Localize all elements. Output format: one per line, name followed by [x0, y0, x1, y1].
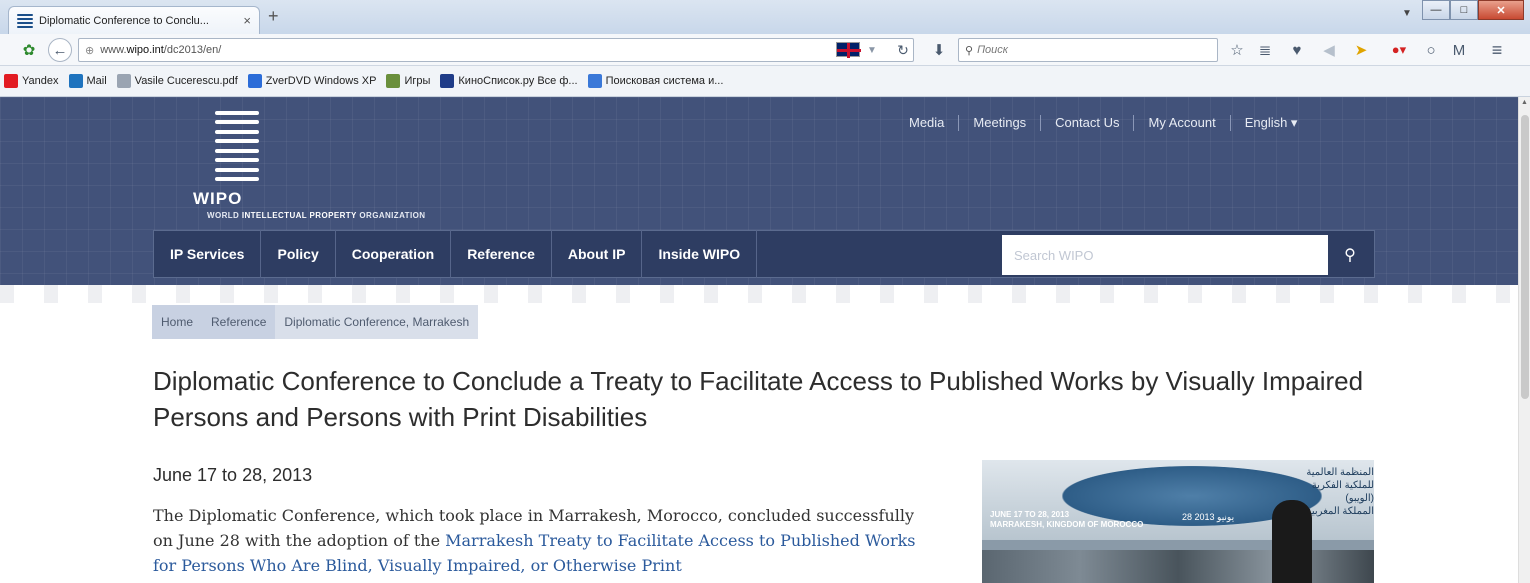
speaker-figure [1272, 500, 1312, 583]
vertical-scrollbar[interactable]: ▲ [1518, 97, 1530, 583]
bookmark-item[interactable]: КиноСписок.ру Все ф... [440, 74, 578, 88]
address-bar[interactable]: ⊕ www.wipo.int/dc2013/en/ [78, 38, 914, 62]
mail-icon [68, 74, 83, 88]
pointer-addon-icon[interactable]: ➤ [1350, 38, 1372, 62]
site-info-icon[interactable]: ⊕ [85, 44, 94, 57]
web-page: WIPO WORLD INTELLECTUAL PROPERTY ORGANIZ… [0, 97, 1518, 583]
search-icon: ⚲ [1344, 247, 1356, 264]
nav-item[interactable]: Inside WIPO [642, 230, 758, 278]
main-navigation: IP Services Policy Cooperation Reference Abo… [153, 230, 1375, 278]
wipo-favicon-icon [17, 13, 33, 28]
wipo-globe-icon [215, 111, 259, 181]
addon-icon[interactable]: ✿ [18, 38, 40, 62]
scroll-up-icon[interactable]: ▲ [1521, 99, 1528, 106]
top-link[interactable]: Contact Us [1040, 115, 1133, 131]
browser-search-input[interactable]: ⚲ Поиск [958, 38, 1218, 62]
tab-bar: Diplomatic Conference to Conclu... × + ▼… [0, 0, 1530, 34]
pocket-icon[interactable]: ♥ [1286, 38, 1308, 62]
wipo-logo[interactable]: WIPO WORLD INTELLECTUAL PROPERTY ORGANIZ… [193, 111, 493, 220]
nav-item[interactable]: Cooperation [336, 230, 452, 278]
intro-paragraph: The Diplomatic Conference, which took pl… [153, 506, 916, 575]
yandex-icon [4, 74, 18, 88]
site-search-input[interactable]: Search WIPO [1002, 235, 1328, 275]
site-search-button[interactable]: ⚲ [1328, 235, 1372, 275]
search-icon: ⚲ [965, 44, 974, 57]
search-engine-icon [587, 74, 602, 88]
breadcrumb-item: Diplomatic Conference, Marrakesh [275, 305, 479, 339]
top-link[interactable]: Meetings [958, 115, 1040, 131]
bookmark-label: Yandex [22, 75, 59, 87]
share-icon[interactable]: ◀ [1318, 38, 1340, 62]
bookmark-item[interactable]: Yandex [4, 74, 59, 88]
scrollbar-thumb[interactable] [1521, 115, 1529, 399]
bookmark-label: Игры [404, 75, 431, 87]
nav-item[interactable]: Policy [261, 230, 336, 278]
top-link[interactable]: English ▾ [1229, 115, 1312, 131]
new-tab-button[interactable]: + [268, 6, 279, 27]
nav-item[interactable]: About IP [552, 230, 643, 278]
organization-name: WORLD INTELLECTUAL PROPERTY ORGANIZATION [207, 211, 426, 220]
film-icon [440, 74, 455, 88]
bookmarks-toolbar: Yandex Mail Vasile Cucerescu.pdf ZverDVD Wi… [0, 66, 1530, 97]
bookmark-item[interactable]: ZverDVD Windows XP [247, 74, 377, 88]
tab-title: Diplomatic Conference to Conclu... [39, 14, 209, 27]
bookmark-label: Mail [86, 75, 107, 87]
nav-item[interactable]: Reference [451, 230, 552, 278]
page-title: Diplomatic Conference to Conclude a Trea… [153, 366, 1364, 432]
bookmark-item[interactable]: Mail [68, 74, 107, 88]
bookmark-label: Поисковая система и... [605, 75, 724, 87]
zverdvd-icon [247, 74, 262, 88]
opera-icon[interactable]: ○ [1420, 38, 1442, 62]
top-link[interactable]: Media [895, 115, 958, 131]
top-links: Media Meetings Contact Us My Account English… [895, 115, 1311, 131]
event-date: June 17 to 28, 2013 [153, 465, 313, 485]
adblock-icon[interactable]: ●▾ [1384, 38, 1414, 62]
uk-flag-icon[interactable] [836, 42, 861, 58]
tab-close-icon[interactable]: × [243, 13, 251, 28]
tab-list-dropdown-icon[interactable]: ▼ [1402, 8, 1412, 19]
site-header: WIPO WORLD INTELLECTUAL PROPERTY ORGANIZ… [0, 97, 1518, 285]
dropdown-arrow-icon[interactable]: ▼ [864, 38, 880, 62]
back-button[interactable]: ← [48, 38, 72, 62]
browser-tab[interactable]: Diplomatic Conference to Conclu... × [8, 6, 260, 34]
download-icon[interactable]: ⬇ [928, 38, 950, 62]
bookmark-label: КиноСписок.ру Все ф... [458, 75, 578, 87]
bookmark-item[interactable]: Vasile Cucerescu.pdf [116, 74, 238, 88]
close-window-button[interactable]: ✕ [1478, 0, 1524, 20]
gmail-icon[interactable]: M [1448, 38, 1470, 62]
games-icon [386, 74, 401, 88]
bookmark-label: ZverDVD Windows XP [265, 75, 377, 87]
minimize-button[interactable]: — [1422, 0, 1450, 20]
conference-photo[interactable]: المنظمة العالمية للملكية الفكرية (الويبو… [982, 460, 1374, 583]
maximize-button[interactable]: □ [1450, 0, 1478, 20]
bookmark-label: Vasile Cucerescu.pdf [134, 75, 238, 87]
bookmark-item[interactable]: Игры [386, 74, 430, 88]
bookmark-item[interactable]: Поисковая система и... [587, 74, 724, 88]
reload-icon[interactable]: ↻ [892, 38, 914, 62]
reading-list-icon[interactable]: ≣ [1254, 38, 1276, 62]
window-controls: — □ ✕ [1422, 0, 1524, 20]
breadcrumb-item[interactable]: Reference [202, 305, 276, 339]
nav-item[interactable]: IP Services [154, 230, 262, 278]
menu-icon[interactable]: ≡ [1484, 38, 1510, 62]
breadcrumb: Home Reference Diplomatic Conference, Marr… [152, 305, 479, 339]
url-text: www.wipo.int/dc2013/en/ [100, 44, 222, 56]
bookmark-star-icon[interactable]: ☆ [1226, 38, 1248, 62]
navigation-toolbar: ✿ ← ⊕ www.wipo.int/dc2013/en/ ▼ ↻ ⬇ ⚲ По… [0, 34, 1530, 66]
breadcrumb-item[interactable]: Home [152, 305, 203, 339]
document-icon [116, 74, 131, 88]
logo-text: WIPO [193, 189, 243, 208]
top-link[interactable]: My Account [1133, 115, 1229, 131]
